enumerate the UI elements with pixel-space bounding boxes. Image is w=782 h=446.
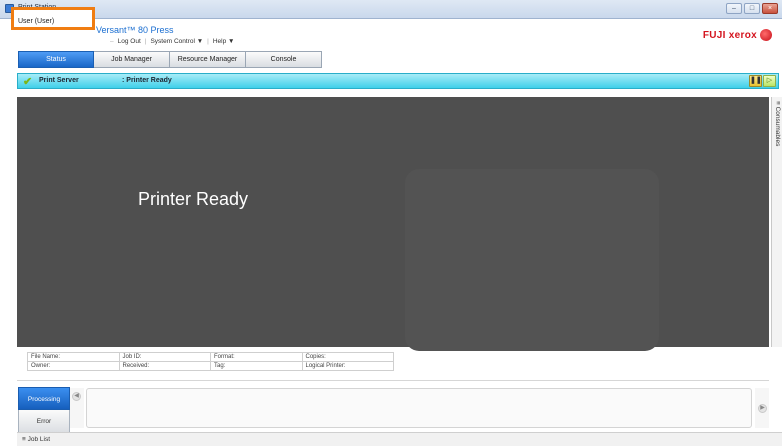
resume-button[interactable]: ▷ (763, 75, 776, 87)
consumables-side-tab[interactable]: ≡ Consumables (771, 97, 782, 347)
brand-logo: FUJI xerox (703, 29, 772, 41)
close-button[interactable]: × (762, 3, 778, 14)
window-titlebar: Print Station – □ × (0, 0, 782, 19)
processing-button[interactable]: Processing (18, 387, 70, 410)
scroll-left-area: ◀ (70, 388, 84, 428)
scroll-right-area: ▶ (755, 388, 769, 428)
printer-status-text: : Printer Ready (122, 77, 172, 84)
table-row: File Name: Job ID: Format: Copies: (27, 352, 394, 362)
owner-field: Owner: (27, 361, 120, 371)
scroll-left-icon[interactable]: ◀ (72, 392, 81, 401)
printer-ready-message: Printer Ready (138, 189, 249, 209)
logical-printer-field: Logical Printer: (301, 361, 394, 371)
job-info-table: File Name: Job ID: Format: Copies: Owner… (27, 352, 394, 371)
scroll-right-icon[interactable]: ▶ (758, 404, 767, 413)
job-thumbnail-area (86, 388, 752, 428)
print-server-status-bar: ✔ Print Server : Printer Ready ❚❚ ▷ (17, 73, 779, 89)
menu-separator: | (144, 38, 147, 45)
user-indicator: User (User) (11, 7, 95, 30)
product-name: Versant™ 80 Press (96, 25, 174, 35)
printer-image-placeholder (405, 169, 659, 351)
print-server-label: Print Server (39, 77, 79, 84)
tab-job-manager[interactable]: Job Manager (94, 51, 170, 68)
job-list-label: ≡ Job List (22, 436, 50, 443)
main-tabs: Status Job Manager Resource Manager Cons… (18, 51, 322, 68)
received-field: Received: (118, 361, 211, 371)
checkmark-icon: ✔ (23, 76, 33, 88)
window-controls: – □ × (726, 3, 778, 14)
job-filter-buttons: Processing Error (18, 387, 70, 433)
xerox-sphere-icon (760, 29, 772, 41)
menu-separator: – (110, 38, 114, 45)
job-list-bar[interactable]: ≡ Job List (17, 432, 782, 446)
tab-status[interactable]: Status (18, 51, 94, 68)
consumables-label: ≡ Consumables (774, 101, 781, 147)
copies-field: Copies: (301, 352, 394, 362)
help-menu[interactable]: Help ▼ (213, 38, 235, 45)
app-header: Versant™ 80 Press – Log Out | System Con… (0, 20, 782, 48)
printer-status-panel: Printer Ready (17, 97, 769, 351)
job-id-field: Job ID: (118, 352, 211, 362)
section-divider (17, 380, 769, 381)
format-field: Format: (210, 352, 303, 362)
tab-resource-manager[interactable]: Resource Manager (170, 51, 246, 68)
minimize-button[interactable]: – (726, 3, 742, 14)
user-label: User (User) (18, 18, 55, 25)
status-controls: ❚❚ ▷ (749, 75, 776, 87)
table-row: Owner: Received: Tag: Logical Printer: (27, 361, 394, 371)
menu-separator: | (207, 38, 209, 45)
tag-field: Tag: (210, 361, 303, 371)
pause-button[interactable]: ❚❚ (749, 75, 762, 87)
system-control-menu[interactable]: System Control ▼ (150, 38, 203, 45)
maximize-button[interactable]: □ (744, 3, 760, 14)
file-name-field: File Name: (27, 352, 120, 362)
error-button[interactable]: Error (18, 410, 70, 433)
brand-name: FUJI xerox (702, 29, 757, 41)
header-menu: – Log Out | System Control ▼ | Help ▼ (110, 38, 234, 45)
tab-console[interactable]: Console (246, 51, 322, 68)
logout-link[interactable]: Log Out (118, 38, 141, 45)
